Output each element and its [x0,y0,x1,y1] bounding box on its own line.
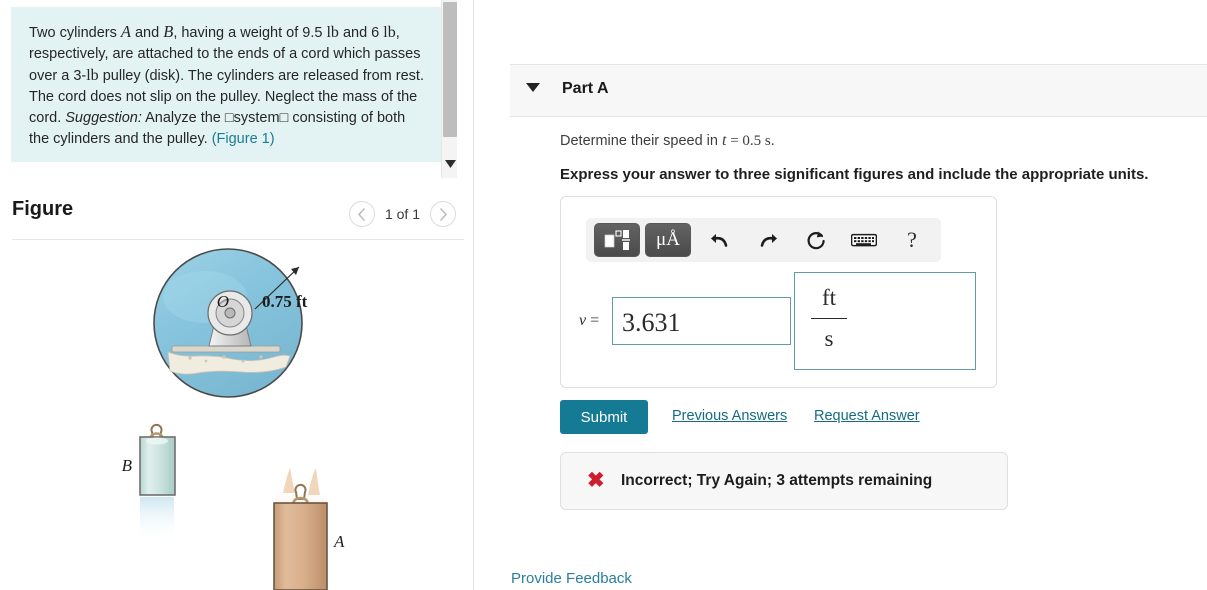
submit-button[interactable]: Submit [560,400,648,434]
provide-feedback-link[interactable]: Provide Feedback [511,570,632,587]
scrollbar-thumb[interactable] [443,2,457,137]
figure-counter: 1 of 1 [384,206,420,222]
undo-arrow-icon[interactable] [696,223,744,257]
previous-answers-link[interactable]: Previous Answers [672,408,787,424]
left-problem-panel: Two cylinders A and B, having a weight o… [0,0,474,590]
figure-next-button[interactable] [430,201,456,227]
keyboard-icon[interactable] [840,223,888,257]
answer-equals: = [586,312,600,329]
answer-value-input[interactable]: 3.631 [612,297,791,345]
figure-1-link[interactable]: (Figure 1) [212,131,275,147]
figure-divider [12,239,464,240]
feedback-box: ✖ Incorrect; Try Again; 3 attempts remai… [560,452,1008,510]
redo-arrow-icon[interactable] [744,223,792,257]
figure-svg: O 0.75 ft B A [122,248,345,590]
question-var-b: B [163,22,174,41]
answer-variable-label: v = [579,312,599,330]
question-suggestion-label: Suggestion: [65,110,142,126]
figure-prev-button[interactable] [348,201,375,227]
question-mark-icon[interactable]: ? [888,223,936,257]
part-a-title: Part A [562,80,609,97]
unit-fraction-bar [811,318,847,319]
question-statement: Two cylinders A and B, having a weight o… [11,7,441,162]
unit-denominator: s [824,326,834,351]
question-and: and [130,25,164,41]
math-template-icon[interactable] [594,223,640,257]
scrollbar-down-arrow-icon[interactable] [442,156,458,172]
figure-title: Figure [12,198,74,220]
question-text-1: Two cylinders [29,25,121,41]
answer-row: v = 3.631 ft s [561,269,998,384]
figure-cylinder-a-label: A [333,532,345,551]
units-micro-angstrom-icon[interactable]: μÅ [645,223,691,257]
answer-unit-input[interactable]: ft s [794,272,976,370]
units-button-label: μÅ [656,229,680,250]
question-unit-lb-3: lb [86,67,99,84]
question-unit-lb-1: lb [326,24,339,41]
left-panel-scrollbar[interactable] [441,0,457,178]
question-unit-lb-2: lb [383,24,396,41]
right-answer-panel: Part A Determine their speed in t = 0.5 … [475,0,1207,590]
question-text-2: , having a weight of 9.5 [173,25,327,41]
feedback-message: Incorrect; Try Again; 3 attempts remaini… [621,472,933,489]
question-text-3: and 6 [342,25,384,41]
answer-entry-card: μÅ ? v = 3.631 ft s [560,196,997,388]
figure-header: Figure 1 of 1 [0,196,473,240]
page-root: Two cylinders A and B, having a weight o… [0,0,1207,590]
math-toolbar: μÅ ? [586,218,941,262]
x-mark-icon: ✖ [587,469,605,492]
figure-image: O 0.75 ft B A [0,245,473,590]
figure-cylinder-b-label: B [122,456,133,475]
help-label: ? [907,227,917,252]
unit-numerator: ft [821,285,837,310]
caret-down-icon[interactable] [526,83,540,92]
prompt-text-post: = 0.5 s. [726,133,775,149]
figure-center-label: O [217,292,229,311]
figure-radius-label: 0.75 ft [262,292,308,311]
part-a-prompt: Determine their speed in t = 0.5 s. [560,132,775,150]
prompt-text-pre: Determine their speed in [560,133,722,149]
reset-circular-arrow-icon[interactable] [792,223,840,257]
answer-instruction: Express your answer to three significant… [560,166,1149,183]
request-answer-link[interactable]: Request Answer [814,408,920,424]
figure-navigation: 1 of 1 [348,201,456,227]
part-a-header-band[interactable] [510,64,1207,117]
question-var-a: A [120,22,131,41]
unit-fraction: ft s [809,281,849,356]
